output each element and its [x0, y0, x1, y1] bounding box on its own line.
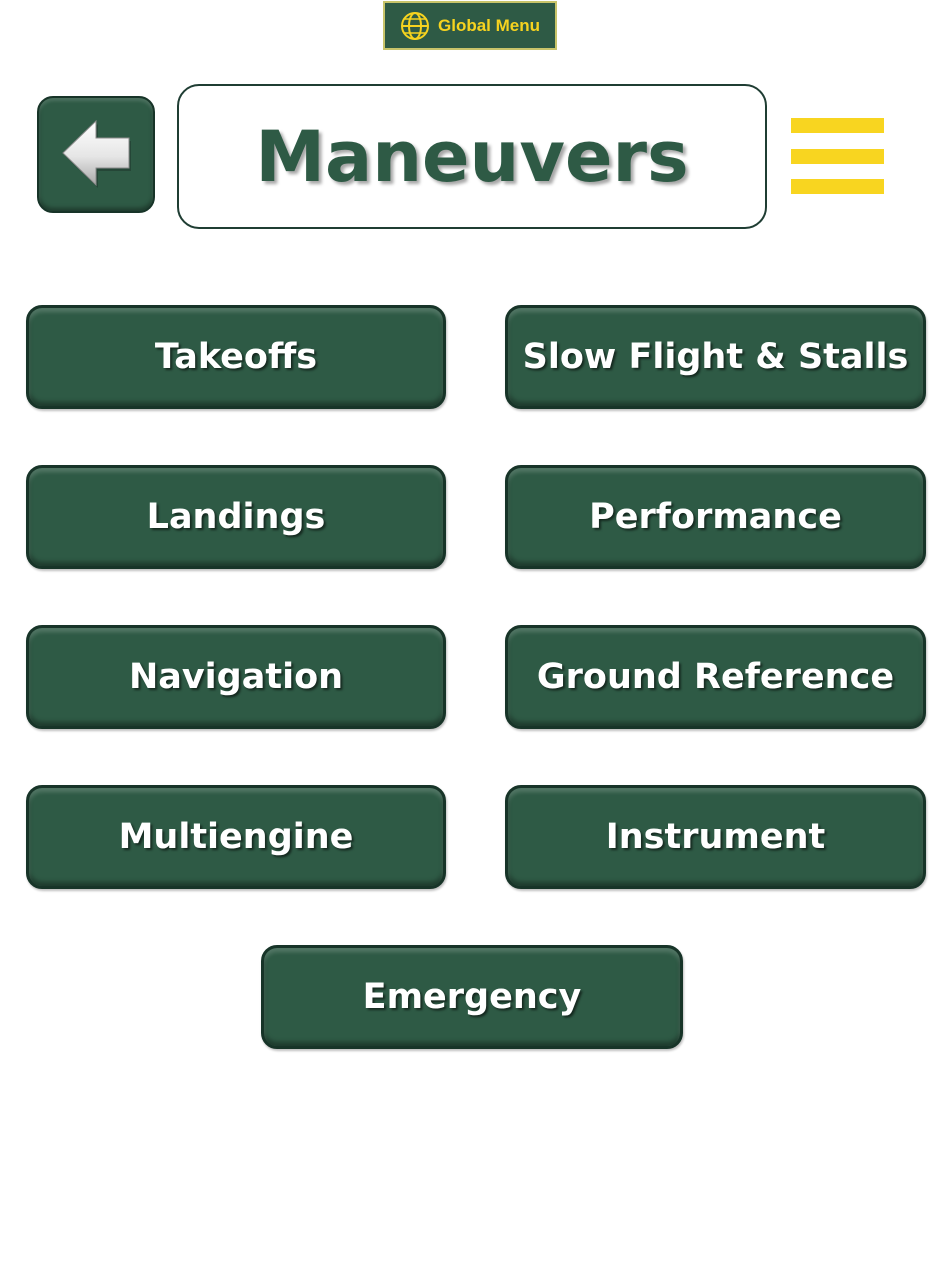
menu-button-label: Navigation — [128, 657, 344, 697]
navigation-button[interactable]: Navigation — [26, 625, 446, 729]
ground-reference-button[interactable]: Ground Reference — [505, 625, 926, 729]
global-menu-button[interactable]: Global Menu — [383, 1, 557, 50]
hamburger-icon[interactable] — [791, 118, 884, 195]
instrument-button[interactable]: Instrument — [505, 785, 926, 889]
hamburger-bar — [791, 179, 884, 194]
hamburger-bar — [791, 149, 884, 164]
menu-button-label: Takeoffs — [154, 337, 318, 377]
menu-button-label: Performance — [589, 497, 842, 537]
menu-button-label: Emergency — [362, 977, 582, 1017]
multiengine-button[interactable]: Multiengine — [26, 785, 446, 889]
page-title: Maneuvers — [255, 115, 689, 198]
global-menu-label: Global Menu — [438, 15, 540, 35]
hamburger-bar — [791, 118, 884, 133]
menu-button-label: Slow Flight & Stalls — [522, 337, 909, 377]
emergency-button[interactable]: Emergency — [261, 945, 683, 1049]
slow-flight-stalls-button[interactable]: Slow Flight & Stalls — [505, 305, 926, 409]
menu-button-label: Multiengine — [118, 817, 354, 857]
arrow-left-icon — [60, 118, 132, 192]
performance-button[interactable]: Performance — [505, 465, 926, 569]
globe-icon — [400, 11, 430, 41]
menu-button-label: Ground Reference — [536, 657, 895, 697]
menu-button-label: Instrument — [605, 817, 826, 857]
back-button[interactable] — [37, 96, 155, 213]
takeoffs-button[interactable]: Takeoffs — [26, 305, 446, 409]
page-title-box: Maneuvers — [177, 84, 767, 229]
menu-button-label: Landings — [146, 497, 326, 537]
landings-button[interactable]: Landings — [26, 465, 446, 569]
